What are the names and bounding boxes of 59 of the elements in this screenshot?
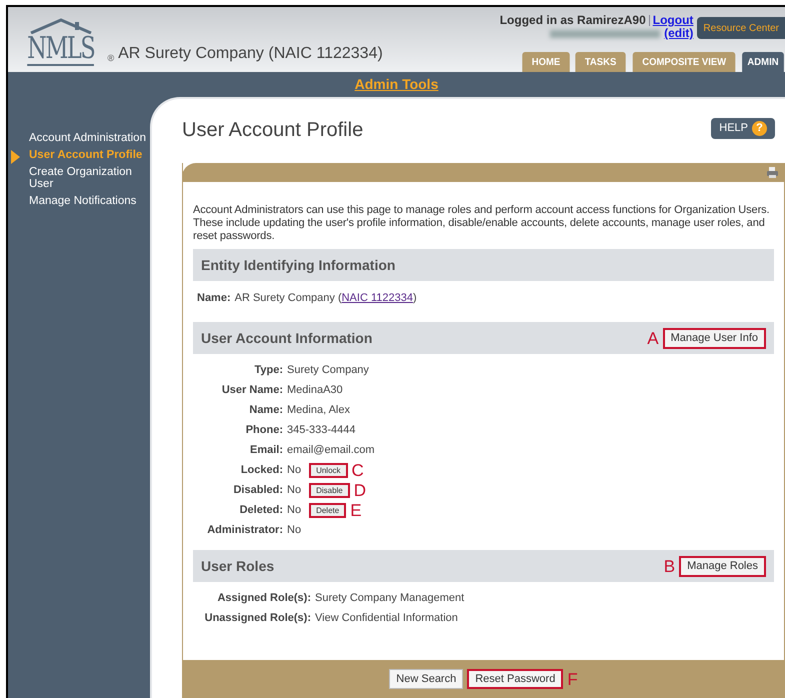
- field-label: Unassigned Role(s):: [204, 611, 311, 626]
- annotation-letter: D: [354, 482, 366, 499]
- company-name: AR Surety Company (NAIC 1122334): [118, 44, 383, 64]
- annotation-letter: E: [350, 502, 362, 519]
- selected-arrow-icon: [11, 150, 20, 164]
- small-button[interactable]: Unlock: [309, 463, 348, 478]
- field-label: Phone:: [244, 423, 283, 438]
- section-heading: User Account Information: [201, 328, 372, 348]
- logout-link[interactable]: Logout: [652, 14, 694, 27]
- field-value: No: [287, 523, 302, 538]
- intro-paragraph: Account Administrators can use this page to manage roles and perform account access functions for Organization Users. These include updating the user's profile information, disable/enable accounts, delete accounts, manage user roles, and reset passwords.: [193, 204, 770, 243]
- field-label: Locked:: [240, 463, 283, 478]
- field-label: Name:: [248, 403, 283, 418]
- field-label: Assigned Role(s):: [216, 591, 311, 606]
- field-label: Disabled:: [232, 483, 283, 498]
- annotation-letter: C: [352, 462, 364, 479]
- field-value: No: [287, 463, 302, 478]
- small-button[interactable]: Delete: [309, 503, 346, 518]
- resource-center-button[interactable]: Resource Center: [697, 17, 785, 39]
- logo-text: NMLS: [27, 34, 94, 66]
- section-heading: Entity Identifying Information: [201, 256, 396, 275]
- field-value: View Confidential Information: [315, 611, 458, 626]
- field-label: Email:: [248, 443, 283, 458]
- field-value: No: [287, 483, 302, 498]
- annotation-letter: A: [647, 330, 659, 346]
- field-label: Name:: [197, 291, 231, 306]
- field-value: No: [287, 503, 302, 518]
- field-label: Administrator:: [206, 523, 283, 538]
- section-heading: User Roles: [201, 556, 274, 576]
- section-button[interactable]: Manage Roles: [679, 556, 766, 576]
- small-button[interactable]: Disable: [309, 483, 350, 498]
- edit-link[interactable]: (edit): [664, 27, 694, 40]
- registered-mark: ®: [107, 52, 114, 64]
- help-button[interactable]: HELP ?: [711, 118, 775, 139]
- field-value: Surety Company: [287, 363, 369, 378]
- printer-icon[interactable]: [766, 166, 779, 179]
- annotation-letter: B: [664, 558, 676, 574]
- field-value: email@email.com: [287, 443, 375, 458]
- field-value: MedinaA30: [287, 383, 343, 398]
- sidebar-item[interactable]: Create Organization User: [29, 166, 146, 190]
- annotation-letter: F: [567, 670, 578, 688]
- page-title: User Account Profile: [182, 118, 364, 143]
- help-icon: ?: [752, 121, 767, 136]
- roof-icon: [28, 18, 93, 34]
- field-value: Medina, Alex: [287, 403, 350, 418]
- login-status: Logged in as RamirezA90: [500, 14, 646, 27]
- nav-tab[interactable]: ADMIN: [742, 52, 784, 72]
- sidebar-item[interactable]: Manage Notifications: [29, 195, 146, 207]
- field-label: User Name:: [220, 383, 283, 398]
- sidebar-item[interactable]: Account Administration: [29, 132, 146, 144]
- footer-button[interactable]: Reset Password: [467, 669, 564, 689]
- field-value: AR Surety Company (NAIC 1122334): [234, 291, 417, 306]
- naic-link[interactable]: NAIC 1122334: [342, 292, 413, 304]
- field-value: 345-333-4444: [287, 423, 356, 438]
- field-label: Type:: [253, 363, 283, 378]
- section-button[interactable]: Manage User Info: [662, 328, 766, 348]
- field-label: Deleted:: [238, 503, 283, 518]
- footer-button[interactable]: New Search: [389, 669, 464, 689]
- field-value: Surety Company Management: [315, 591, 464, 606]
